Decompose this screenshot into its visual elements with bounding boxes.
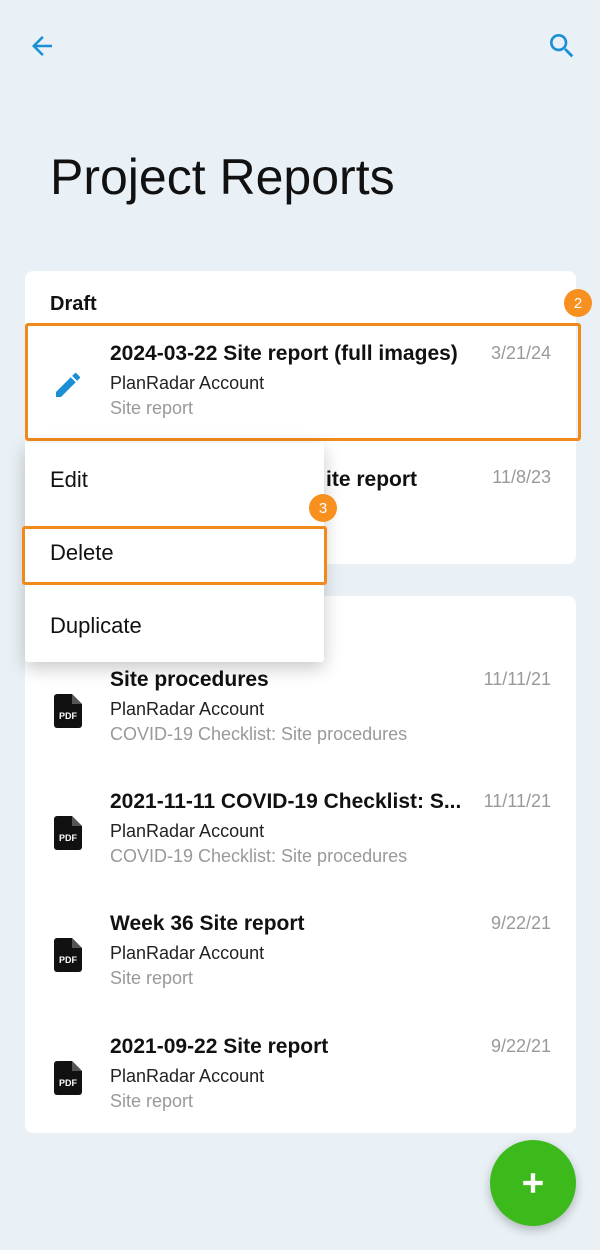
report-title: 2021-11-11 COVID-19 Checklist: S... <box>110 790 462 813</box>
report-date: 9/22/21 <box>490 1036 551 1056</box>
list-item-draft-report-2[interactable]: ite report 11/8/23 <box>300 460 576 520</box>
report-date: 11/11/21 <box>483 669 551 689</box>
pdf-file-icon: PDF <box>51 816 85 850</box>
report-date: 9/22/21 <box>490 913 551 933</box>
list-item[interactable]: PDF Site procedures PlanRadar Account CO… <box>25 652 576 764</box>
page-title: Project Reports <box>50 149 395 205</box>
search-icon <box>550 34 574 58</box>
report-title-fragment: ite report <box>326 468 418 491</box>
report-type: COVID-19 Checklist: Site procedures <box>110 846 408 866</box>
list-item[interactable]: PDF 2021-09-22 Site report PlanRadar Acc… <box>25 1019 576 1131</box>
list-item[interactable]: PDF 2021-11-11 COVID-19 Checklist: S... … <box>25 774 576 886</box>
back-button[interactable] <box>22 26 62 66</box>
list-item[interactable]: PDF Week 36 Site report PlanRadar Accoun… <box>25 896 576 1008</box>
plus-icon <box>523 1173 543 1193</box>
pdf-file-icon: PDF <box>51 938 85 972</box>
menu-item-duplicate[interactable]: Duplicate <box>25 596 324 656</box>
step-badge: 2 <box>564 289 592 317</box>
selected-row-highlight <box>25 323 581 441</box>
report-type: COVID-19 Checklist: Site procedures <box>110 724 408 744</box>
report-title: Site procedures <box>110 668 269 691</box>
pdf-file-icon: PDF <box>51 1061 85 1095</box>
svg-text:PDF: PDF <box>59 955 78 965</box>
step-badge: 3 <box>309 494 337 522</box>
report-date: 11/8/23 <box>492 467 551 487</box>
report-date: 11/11/21 <box>483 791 551 811</box>
svg-text:PDF: PDF <box>59 711 78 721</box>
svg-text:PDF: PDF <box>59 1078 78 1088</box>
report-account: PlanRadar Account <box>110 1066 265 1086</box>
pdf-file-icon: PDF <box>51 694 85 728</box>
report-type: Site report <box>110 968 194 988</box>
report-account: PlanRadar Account <box>110 699 265 719</box>
menu-item-edit[interactable]: Edit <box>25 450 324 510</box>
report-account: PlanRadar Account <box>110 943 265 963</box>
report-account: PlanRadar Account <box>110 821 265 841</box>
add-report-button[interactable] <box>490 1140 576 1226</box>
report-type: Site report <box>110 1091 194 1111</box>
delete-highlight <box>22 526 327 585</box>
arrow-left-icon <box>32 36 52 56</box>
report-title: Week 36 Site report <box>110 912 305 935</box>
search-button[interactable] <box>542 26 582 66</box>
draft-section-label: Draft <box>50 293 97 315</box>
report-title: 2021-09-22 Site report <box>110 1035 329 1058</box>
svg-text:PDF: PDF <box>59 833 78 843</box>
